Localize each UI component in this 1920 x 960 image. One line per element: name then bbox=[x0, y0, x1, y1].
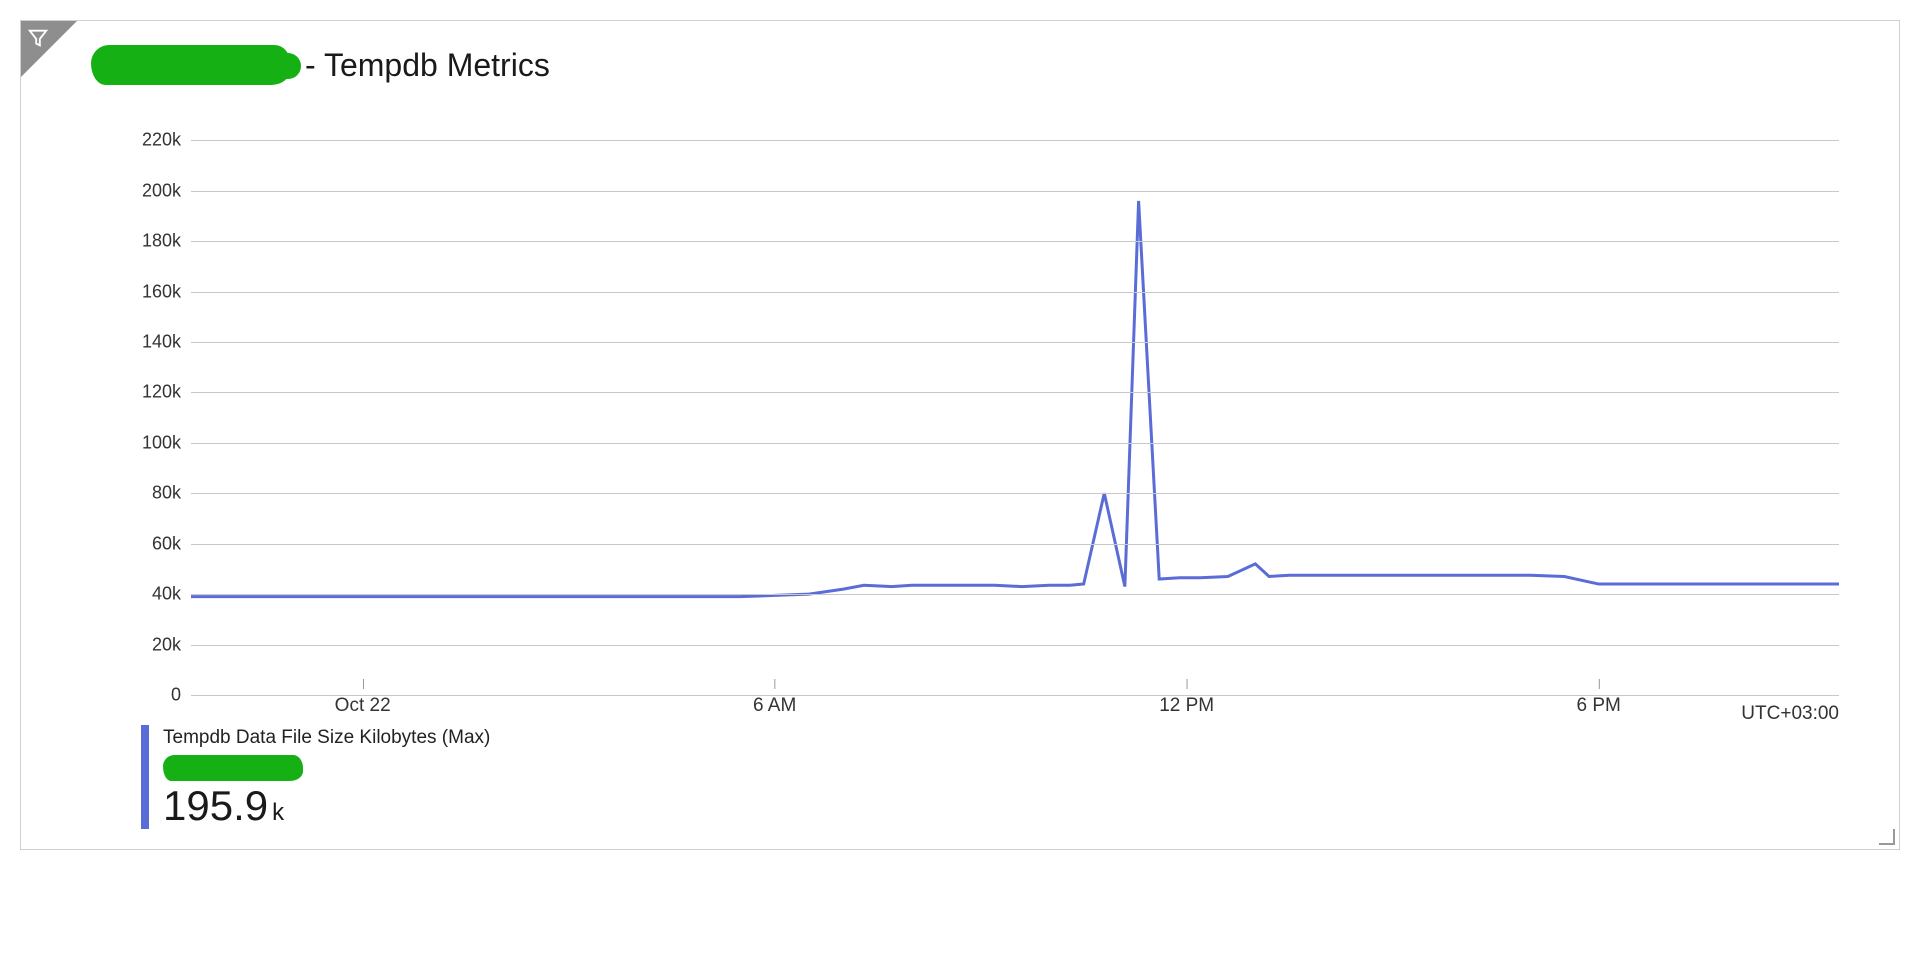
chart-y-tick-label: 100k bbox=[121, 432, 181, 453]
panel-title: - Tempdb Metrics bbox=[305, 47, 550, 84]
chart-gridline bbox=[191, 292, 1839, 293]
filter-icon bbox=[27, 27, 49, 49]
chart-series-line bbox=[191, 201, 1839, 597]
chart-x-tick-label: 12 PM bbox=[1159, 695, 1214, 717]
chart-y-tick-label: 20k bbox=[121, 634, 181, 655]
chart-y-tick-label: 120k bbox=[121, 382, 181, 403]
timezone-label: UTC+03:00 bbox=[1741, 703, 1839, 725]
chart-gridline bbox=[191, 140, 1839, 141]
chart-y-tick-label: 40k bbox=[121, 584, 181, 605]
chart-gridline bbox=[191, 191, 1839, 192]
metrics-panel: - Tempdb Metrics UTC+03:00 Oct 226 AM12 … bbox=[20, 20, 1900, 850]
chart-y-tick-label: 200k bbox=[121, 180, 181, 201]
legend-series-label: Tempdb Data File Size Kilobytes (Max) bbox=[163, 727, 490, 749]
chart-x-tick-label: 6 PM bbox=[1576, 695, 1620, 717]
chart-y-tick-label: 80k bbox=[121, 483, 181, 504]
chart-gridline bbox=[191, 241, 1839, 242]
chart-y-tick-label: 140k bbox=[121, 331, 181, 352]
chart-x-axis: UTC+03:00 Oct 226 AM12 PM6 PM bbox=[191, 695, 1839, 703]
chart-gridline bbox=[191, 342, 1839, 343]
redacted-resource-name bbox=[91, 45, 291, 85]
chart-gridline bbox=[191, 645, 1839, 646]
filter-corner-button[interactable] bbox=[21, 21, 77, 77]
chart-gridline bbox=[191, 695, 1839, 696]
redacted-subtitle bbox=[163, 755, 303, 781]
chart-y-tick-label: 180k bbox=[121, 231, 181, 252]
legend-value-number: 195.9 bbox=[163, 782, 268, 829]
chart-gridline bbox=[191, 544, 1839, 545]
chart-gridline bbox=[191, 392, 1839, 393]
legend-value: 195.9k bbox=[163, 785, 490, 827]
chart-gridline bbox=[191, 493, 1839, 494]
panel-header: - Tempdb Metrics bbox=[21, 21, 1899, 95]
chart-y-tick-label: 160k bbox=[121, 281, 181, 302]
chart-plot bbox=[191, 115, 1839, 695]
chart-plot-area[interactable]: UTC+03:00 Oct 226 AM12 PM6 PM 020k40k60k… bbox=[121, 115, 1839, 695]
resize-handle[interactable] bbox=[1875, 825, 1895, 845]
legend-color-bar bbox=[141, 725, 149, 829]
chart-gridline bbox=[191, 443, 1839, 444]
chart-x-tick-label: 6 AM bbox=[753, 695, 796, 717]
legend-value-unit: k bbox=[272, 799, 284, 826]
chart-x-tick-label: Oct 22 bbox=[335, 695, 391, 717]
chart-y-tick-label: 0 bbox=[121, 685, 181, 706]
chart-y-tick-label: 60k bbox=[121, 533, 181, 554]
chart-y-tick-label: 220k bbox=[121, 130, 181, 151]
chart-container: UTC+03:00 Oct 226 AM12 PM6 PM 020k40k60k… bbox=[21, 95, 1899, 695]
chart-gridline bbox=[191, 594, 1839, 595]
legend-entry[interactable]: Tempdb Data File Size Kilobytes (Max) 19… bbox=[163, 725, 490, 829]
